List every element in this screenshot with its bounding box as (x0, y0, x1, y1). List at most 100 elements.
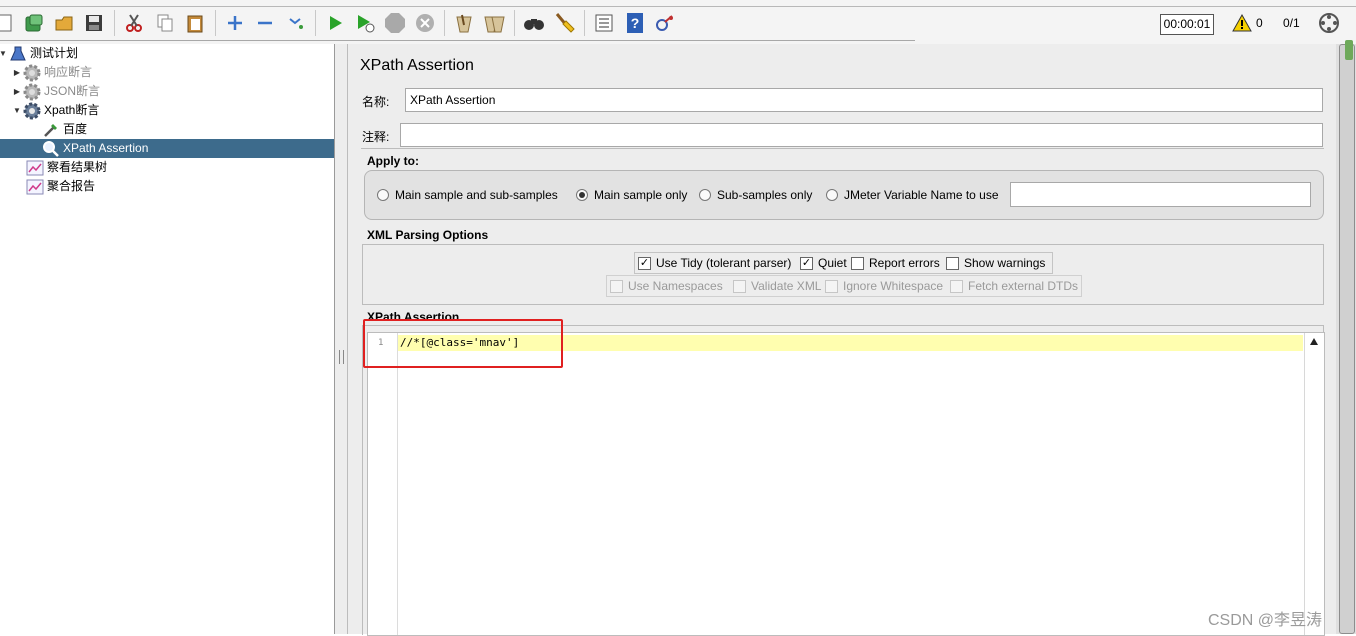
expand-icon[interactable] (224, 12, 246, 34)
checkbox-report-errors[interactable]: Report errors (851, 256, 940, 270)
tree-item-label: Xpath断言 (44, 103, 100, 117)
start-icon[interactable] (324, 12, 346, 34)
expander-icon[interactable]: ▼ (0, 44, 9, 63)
annotation-highlight-box (363, 319, 563, 368)
radio-button[interactable] (826, 189, 838, 201)
watermark: CSDN @李昱涛 (1208, 612, 1323, 629)
expander-icon[interactable]: ▶ (11, 82, 23, 101)
radio-jmeter-variable[interactable]: JMeter Variable Name to use (826, 188, 999, 202)
checkbox[interactable] (851, 256, 864, 270)
expander-icon[interactable]: ▶ (11, 63, 23, 82)
apply-to-title: Apply to: (367, 154, 419, 168)
checkbox-validate-xml: Validate XML (733, 279, 821, 293)
reset-search-icon[interactable] (553, 12, 575, 34)
name-label: 名称: (362, 95, 390, 109)
checkbox-label: Fetch external DTDs (968, 279, 1079, 293)
toolbar: ? 00:00:01 0 0/1 (0, 0, 1356, 44)
tree-item-test-plan[interactable]: ▼ 测试计划 (0, 44, 78, 63)
warning-icon[interactable] (1231, 12, 1253, 34)
paste-icon[interactable] (184, 12, 206, 34)
templates-icon[interactable] (23, 12, 45, 34)
elapsed-timer: 00:00:01 (1160, 14, 1214, 35)
radio-button-selected[interactable] (576, 189, 588, 201)
xpath-editor[interactable]: 1 //*[@class='mnav'] (367, 332, 1325, 636)
checkbox-disabled (825, 279, 838, 293)
collapse-icon[interactable] (254, 12, 276, 34)
test-plan-tree[interactable]: ▼ 测试计划 ▶ 响应断言 ▶ JSON断言 ▼ Xpath断言 百度 XPat… (0, 44, 335, 634)
comment-field[interactable] (400, 123, 1323, 147)
tree-item-view-results-tree[interactable]: 察看结果树 (14, 158, 107, 177)
new-icon[interactable] (0, 12, 16, 34)
tree-item-label: 察看结果树 (47, 160, 108, 174)
gear-icon (23, 64, 41, 82)
tree-item-label: 百度 (63, 122, 88, 136)
tree-item-json-assertion[interactable]: ▶ JSON断言 (11, 82, 100, 101)
open-icon[interactable] (53, 12, 75, 34)
tree-item-label: 响应断言 (44, 65, 93, 79)
editor-scrollbar[interactable] (1304, 333, 1324, 635)
checkbox-label: Show warnings (964, 256, 1046, 270)
radio-label: Main sample only (594, 188, 688, 202)
radio-label: Main sample and sub-samples (395, 188, 558, 202)
tree-item-xpath-assertion[interactable]: XPath Assertion (0, 139, 334, 158)
cut-icon[interactable] (123, 12, 145, 34)
tree-item-label: XPath Assertion (63, 141, 149, 155)
radio-main-and-sub[interactable]: Main sample and sub-samples (377, 188, 558, 202)
jmeter-variable-input[interactable] (1010, 182, 1311, 207)
checkbox-checked[interactable]: ✓ (800, 256, 813, 270)
radio-label: JMeter Variable Name to use (844, 188, 999, 202)
toolbar-separator (315, 10, 316, 36)
test-plan-icon (9, 45, 27, 63)
checkbox-show-warnings[interactable]: Show warnings (946, 256, 1045, 270)
panel-scrollbar-thumb[interactable] (1339, 44, 1355, 634)
toolbar-separator (444, 10, 445, 36)
tree-item-label: JSON断言 (44, 84, 101, 98)
shutdown-icon[interactable] (414, 12, 436, 34)
radio-button[interactable] (699, 189, 711, 201)
checkbox-fetch-external-dtds: Fetch external DTDs (950, 279, 1078, 293)
radio-sub-only[interactable]: Sub-samples only (699, 188, 812, 202)
tree-item-xpath-assertion-group[interactable]: ▼ Xpath断言 (11, 101, 99, 120)
checkbox-quiet[interactable]: ✓ Quiet (800, 256, 847, 270)
function-helper-icon[interactable] (593, 12, 615, 34)
toolbar-separator (114, 10, 115, 36)
tree-item-response-assertion[interactable]: ▶ 响应断言 (11, 63, 92, 82)
tree-item-aggregate-report[interactable]: 聚合报告 (14, 177, 95, 196)
tree-item-baidu-sampler[interactable]: 百度 (30, 120, 87, 139)
copy-icon[interactable] (154, 12, 176, 34)
help-icon[interactable]: ? (624, 12, 646, 34)
checkbox-label: Ignore Whitespace (843, 279, 944, 293)
sampler-pipette-icon (42, 121, 60, 139)
checkbox-ignore-whitespace: Ignore Whitespace (825, 279, 943, 293)
checkbox-label: Report errors (869, 256, 940, 270)
search-icon[interactable] (523, 12, 545, 34)
xml-parsing-group: ✓ Use Tidy (tolerant parser) ✓ Quiet Rep… (362, 244, 1324, 305)
name-field[interactable]: XPath Assertion (405, 88, 1323, 112)
start-no-pause-icon[interactable] (354, 12, 376, 34)
clear-icon[interactable] (453, 12, 475, 34)
warning-count: 0 (1256, 16, 1263, 30)
toggle-icon[interactable] (285, 12, 307, 34)
checkbox[interactable] (946, 256, 959, 270)
magnifier-icon (42, 140, 60, 158)
split-pane-divider[interactable] (335, 44, 348, 634)
radio-main-only[interactable]: Main sample only (576, 188, 687, 202)
expander-icon[interactable]: ▼ (11, 101, 23, 120)
save-icon[interactable] (83, 12, 105, 34)
clear-all-icon[interactable] (483, 12, 505, 34)
gear-icon (23, 102, 41, 120)
active-threads: 0/1 (1283, 16, 1300, 30)
checkbox-use-tidy[interactable]: ✓ Use Tidy (tolerant parser) (638, 256, 791, 270)
checkbox-label: Quiet (818, 256, 847, 270)
scroll-up-arrow-icon[interactable] (1310, 338, 1318, 345)
divider (361, 148, 1324, 150)
listener-graph-icon (26, 178, 44, 196)
radio-button[interactable] (377, 189, 389, 201)
checkbox-disabled (950, 279, 963, 293)
split-grip[interactable] (339, 350, 344, 364)
checkbox-checked[interactable]: ✓ (638, 256, 651, 270)
tree-item-label: 聚合报告 (47, 179, 96, 193)
stop-icon[interactable] (384, 12, 406, 34)
remote-icon[interactable] (654, 12, 676, 34)
toolbar-separator (584, 10, 585, 36)
